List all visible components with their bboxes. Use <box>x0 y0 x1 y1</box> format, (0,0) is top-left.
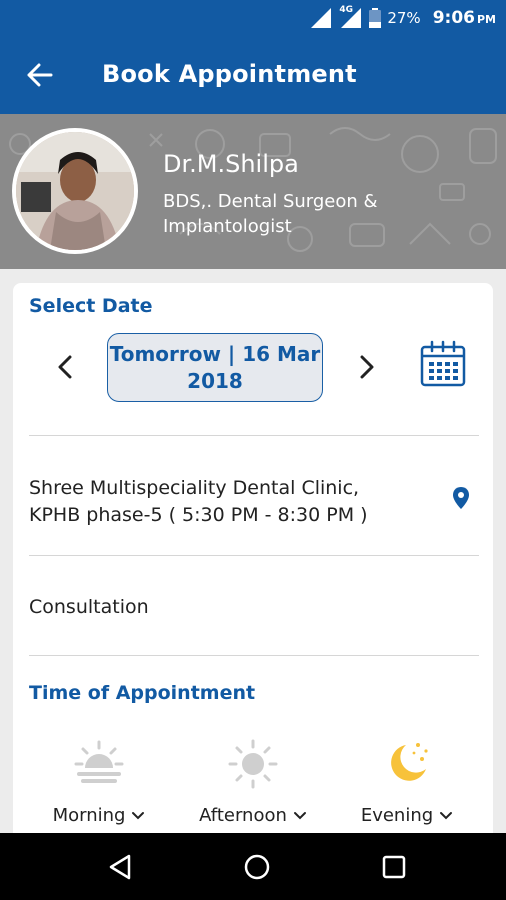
clock-time: 9:06 <box>432 8 475 28</box>
doctor-qualification: BDS,. Dental Surgeon & Implantologist <box>163 191 378 237</box>
chevron-down-icon <box>132 811 145 819</box>
back-arrow-icon <box>27 63 53 87</box>
consultation-type[interactable]: Consultation <box>29 596 149 618</box>
clinic-name: Shree Multispeciality Dental Clinic, <box>29 477 360 499</box>
morning-slot[interactable]: Morning <box>29 737 169 826</box>
clinic-info: Shree Multispeciality Dental Clinic, KPH… <box>29 475 409 529</box>
afternoon-label: Afternoon <box>199 805 287 826</box>
booking-card: Select Date Tomorrow | 16 Mar 2018 Shree… <box>13 283 493 883</box>
system-navigation-bar <box>0 833 506 900</box>
evening-slot[interactable]: Evening <box>337 737 477 826</box>
status-icons: 4G 27% 9:06 PM <box>311 5 496 30</box>
select-date-heading: Select Date <box>29 295 153 317</box>
location-pin-icon <box>453 487 469 509</box>
back-button[interactable] <box>18 55 62 95</box>
sunrise-icon <box>74 740 124 783</box>
morning-label: Morning <box>52 805 126 826</box>
network-type-label: 4G <box>339 5 353 15</box>
divider <box>29 435 479 436</box>
nav-home-button[interactable] <box>235 847 279 887</box>
square-recents-icon <box>382 855 406 879</box>
previous-date-button[interactable] <box>47 347 83 387</box>
calendar-icon <box>420 340 466 387</box>
moon-icon <box>391 743 428 781</box>
clinic-timing: KPHB phase-5 ( 5:30 PM - 8:30 PM ) <box>29 504 368 526</box>
evening-label: Evening <box>360 805 434 826</box>
battery-icon <box>369 8 382 28</box>
network-signal-icon: 4G <box>339 5 363 28</box>
battery-percentage: 27% <box>387 9 421 27</box>
clock-ampm: PM <box>476 13 496 26</box>
selected-date-line1: Tomorrow | 16 Mar <box>109 341 321 366</box>
chevron-left-icon <box>58 355 72 379</box>
next-date-button[interactable] <box>349 347 385 387</box>
doctor-banner: Dr.M.Shilpa BDS,. Dental Surgeon & Impla… <box>0 114 506 269</box>
divider <box>29 655 479 656</box>
sun-icon <box>228 739 278 789</box>
clinic-location-button[interactable] <box>449 485 473 513</box>
app-bar: Book Appointment <box>0 36 506 114</box>
status-bar: 4G 27% 9:06 PM <box>0 0 506 36</box>
nav-back-button[interactable] <box>98 847 142 887</box>
chevron-right-icon <box>360 355 374 379</box>
chevron-down-icon <box>293 811 306 819</box>
doctor-photo <box>16 132 134 250</box>
page-title: Book Appointment <box>102 60 357 88</box>
chevron-down-icon <box>440 811 453 819</box>
calendar-button[interactable] <box>419 339 467 389</box>
selected-date-line2: 2018 <box>187 368 243 393</box>
nav-recents-button[interactable] <box>372 847 416 887</box>
selected-date-button[interactable]: Tomorrow | 16 Mar 2018 <box>107 333 323 402</box>
circle-home-icon <box>244 854 270 880</box>
afternoon-slot[interactable]: Afternoon <box>183 737 323 826</box>
divider <box>29 555 479 556</box>
doctor-avatar <box>12 128 138 254</box>
time-of-appointment-heading: Time of Appointment <box>29 682 256 704</box>
triangle-back-icon <box>109 854 131 880</box>
signal-icon <box>311 8 332 28</box>
doctor-name: Dr.M.Shilpa <box>163 150 299 178</box>
